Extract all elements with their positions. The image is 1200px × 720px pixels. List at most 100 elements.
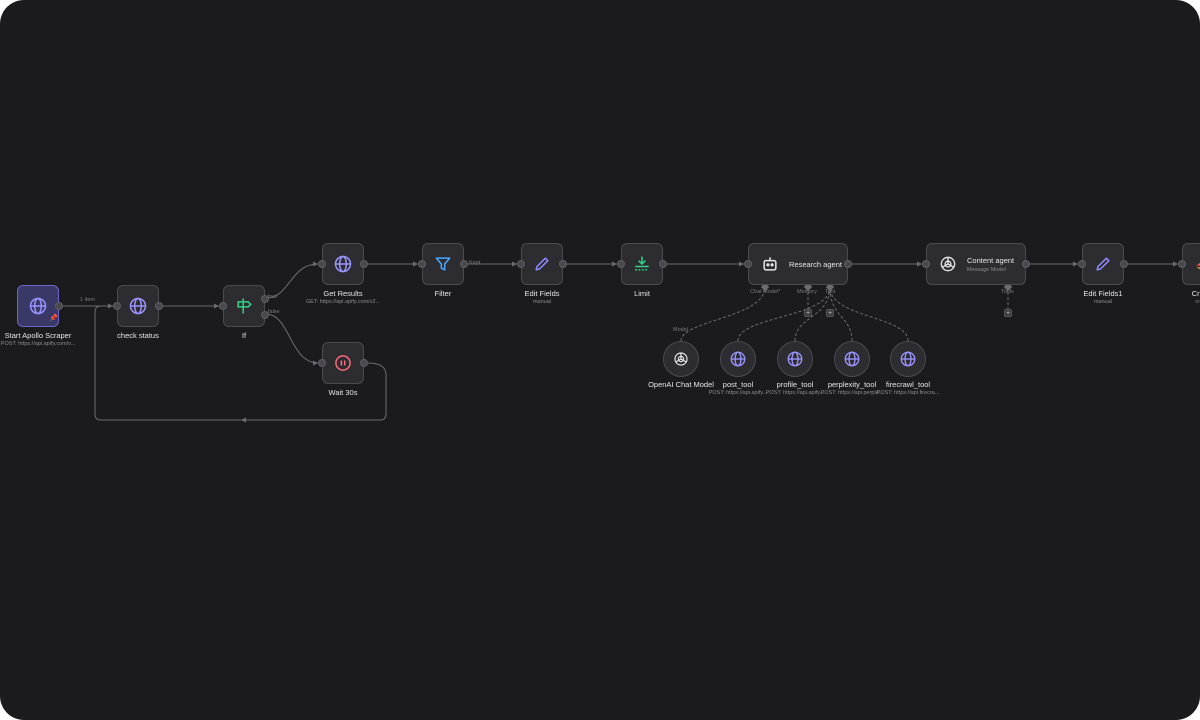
edge-label-tool: Tool <box>825 289 836 295</box>
input-port[interactable] <box>1078 260 1086 268</box>
node-label: firecrawl_tool <box>885 380 931 389</box>
node-subtitle: manual <box>532 299 552 305</box>
node-start-apollo-scraper[interactable]: 📌 <box>17 285 63 327</box>
node-label: Edit Fields <box>524 289 560 298</box>
globe-icon <box>787 351 803 367</box>
node-get-results[interactable] <box>318 243 368 285</box>
output-port[interactable] <box>155 302 163 310</box>
edge-label-chat-model: Chat Model* <box>750 289 781 295</box>
edge-label-memory: Memory <box>797 289 817 295</box>
node-openai-chat-model[interactable] <box>663 341 699 377</box>
connections-layer <box>62 261 1178 423</box>
node-subtitle: GET: https://api.apify.com/v2... <box>305 299 381 305</box>
node-research-agent[interactable]: Research agent <box>744 243 852 285</box>
input-port[interactable] <box>418 260 426 268</box>
node-subtitle: POST: https://api.apify.com/v... <box>0 341 76 347</box>
node-subtitle: POST: https://api.apify... <box>765 390 825 396</box>
edge-label-model: Model <box>673 327 688 333</box>
output-port-false[interactable] <box>261 311 269 319</box>
node-label: Research agent <box>789 259 842 269</box>
edge-firecrawl-to-research <box>829 286 909 342</box>
node-label: Wait 30s <box>328 388 358 397</box>
node-label: Edit Fields1 <box>1083 289 1123 298</box>
node-check-status[interactable] <box>113 285 163 327</box>
output-port[interactable] <box>1022 260 1030 268</box>
node-label: If <box>241 331 247 340</box>
node-profile-tool[interactable] <box>777 341 813 377</box>
node-label: Filter <box>434 289 452 298</box>
globe-icon <box>730 351 746 367</box>
edge-profile-to-research <box>794 286 831 342</box>
edge-label-kept: Kept <box>469 260 481 266</box>
node-label: Create <box>1191 289 1200 298</box>
input-port[interactable] <box>318 359 326 367</box>
node-create[interactable] <box>1178 243 1200 285</box>
node-edit-fields[interactable] <box>517 243 567 285</box>
output-port[interactable] <box>360 359 368 367</box>
output-port[interactable] <box>659 260 667 268</box>
edge-if-to-get <box>265 263 319 299</box>
limit-icon <box>631 253 653 275</box>
input-port[interactable] <box>318 260 326 268</box>
output-port[interactable] <box>559 260 567 268</box>
pause-icon <box>332 352 354 374</box>
output-port[interactable] <box>844 260 852 268</box>
pencil-icon <box>531 253 553 275</box>
node-perplexity-tool[interactable] <box>834 341 870 377</box>
globe-icon <box>332 253 354 275</box>
edge-label-items: 1 item <box>80 297 95 303</box>
input-port[interactable] <box>922 260 930 268</box>
output-port-true[interactable] <box>261 295 269 303</box>
node-firecrawl-tool[interactable] <box>890 341 926 377</box>
add-content-tool-button[interactable]: + <box>1004 309 1012 317</box>
output-port[interactable] <box>55 302 63 310</box>
output-port[interactable] <box>360 260 368 268</box>
openai-icon <box>937 253 959 275</box>
edge-label-tools: Tools <box>1001 289 1014 295</box>
node-label: post_tool <box>722 380 754 389</box>
output-port[interactable] <box>1120 260 1128 268</box>
input-port[interactable] <box>517 260 525 268</box>
node-subtitle: create <box>1195 299 1200 305</box>
node-post-tool[interactable] <box>720 341 756 377</box>
node-label: perplexity_tool <box>827 380 877 389</box>
edge-label-true: true <box>268 294 278 300</box>
input-port[interactable] <box>744 260 752 268</box>
input-port[interactable] <box>113 302 121 310</box>
node-if[interactable] <box>219 285 269 327</box>
node-wait-30s[interactable] <box>318 342 368 384</box>
workflow-canvas[interactable]: 1 item true false Kept Chat Model* Memor… <box>0 0 1200 720</box>
edge-label-false: false <box>268 309 280 315</box>
node-subtitle: POST: https://api.perple... <box>820 390 884 396</box>
node-label: Start Apollo Scraper <box>4 331 72 340</box>
node-label: Limit <box>634 289 650 298</box>
input-port[interactable] <box>1178 260 1186 268</box>
add-memory-button[interactable]: + <box>804 309 812 317</box>
robot-icon <box>759 253 781 275</box>
input-port[interactable] <box>617 260 625 268</box>
node-filter[interactable] <box>418 243 468 285</box>
globe-icon <box>844 351 860 367</box>
node-label: check status <box>117 331 159 340</box>
add-tool-button[interactable]: + <box>826 309 834 317</box>
edge-if-to-wait <box>265 313 319 364</box>
globe-icon <box>900 351 916 367</box>
globe-icon <box>27 295 49 317</box>
output-port[interactable] <box>460 260 468 268</box>
pencil-icon <box>1092 253 1114 275</box>
node-content-agent[interactable]: Content agent Message Model <box>922 243 1030 285</box>
node-label: Content agent <box>967 255 1015 265</box>
node-label: OpenAI Chat Model <box>648 380 714 389</box>
edge-model-to-research <box>680 286 766 342</box>
signpost-icon <box>233 295 255 317</box>
brand-icon <box>1192 253 1200 275</box>
input-port[interactable] <box>219 302 227 310</box>
pin-icon: 📌 <box>49 315 58 322</box>
node-edit-fields1[interactable] <box>1078 243 1128 285</box>
filter-icon <box>432 253 454 275</box>
node-limit[interactable] <box>617 243 667 285</box>
node-subtitle: POST: https://api.firecra... <box>876 390 940 396</box>
globe-icon <box>127 295 149 317</box>
node-label: profile_tool <box>776 380 814 389</box>
node-subtitle: Message Model <box>967 266 1006 273</box>
